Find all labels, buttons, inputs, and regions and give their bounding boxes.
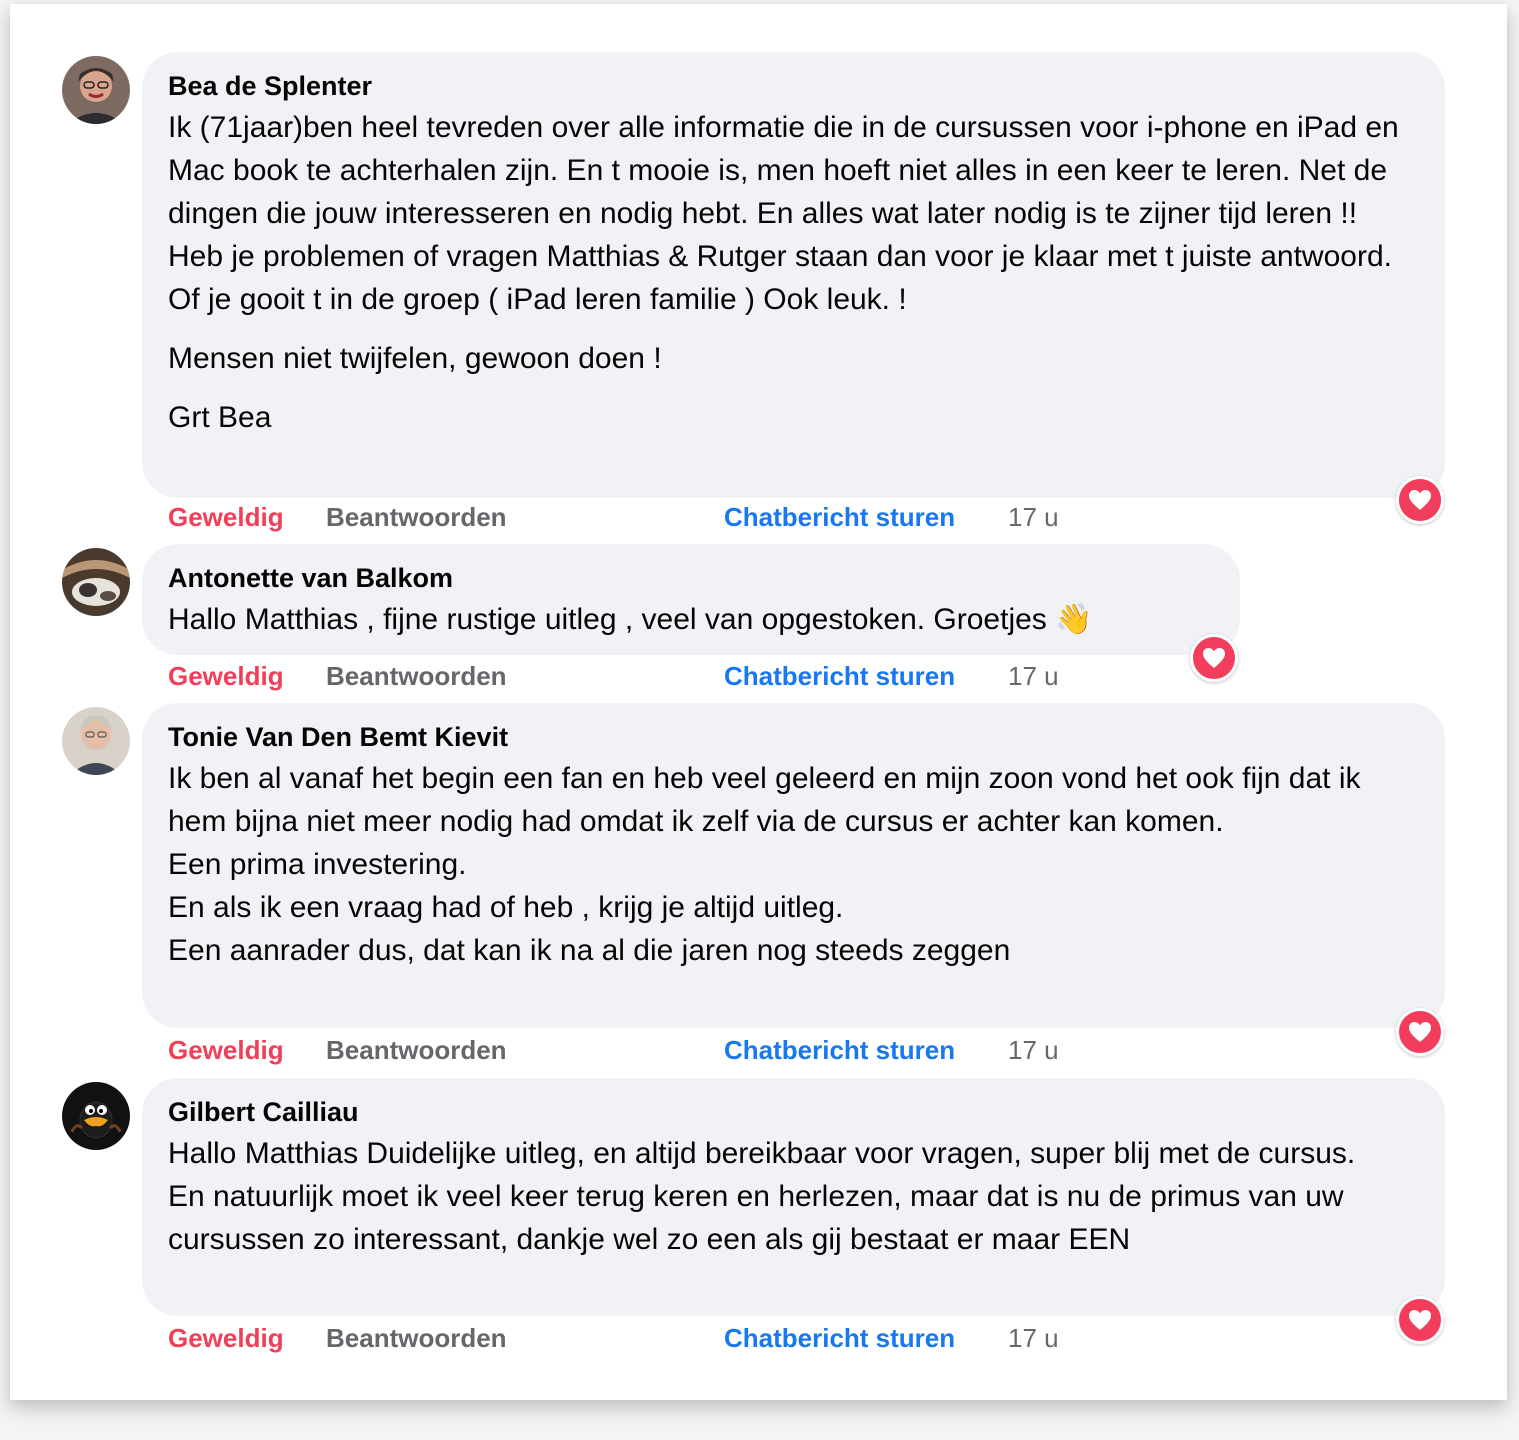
comment-paragraph: Mensen niet twijfelen, gewoon doen ! — [168, 342, 662, 375]
comment-bubble: Tonie Van Den Bemt Kievit Ik ben al vana… — [142, 703, 1445, 1028]
heart-icon[interactable] — [1396, 1008, 1444, 1056]
avatar[interactable] — [62, 56, 130, 124]
comment-timestamp[interactable]: 17 u — [1008, 1323, 1059, 1354]
comment-paragraph: Grt Bea — [168, 401, 272, 434]
comment-text: Hallo Matthias Duidelijke uitleg, en alt… — [168, 1132, 1419, 1261]
avatar[interactable] — [62, 548, 130, 616]
comment-paragraph: Ik ben al vanaf het begin een fan en heb… — [168, 762, 1361, 967]
reply-button[interactable]: Beantwoorden — [326, 1323, 507, 1354]
avatar[interactable] — [62, 707, 130, 775]
reaction-button[interactable]: Geweldig — [168, 502, 284, 533]
send-message-button[interactable]: Chatbericht sturen — [724, 1035, 955, 1066]
reply-button[interactable]: Beantwoorden — [326, 502, 507, 533]
avatar[interactable] — [62, 1082, 130, 1150]
comment-author[interactable]: Bea de Splenter — [168, 68, 1419, 104]
heart-icon[interactable] — [1190, 634, 1238, 682]
comment-timestamp[interactable]: 17 u — [1008, 661, 1059, 692]
send-message-button[interactable]: Chatbericht sturen — [724, 661, 955, 692]
reaction-button[interactable]: Geweldig — [168, 1323, 284, 1354]
reaction-button[interactable]: Geweldig — [168, 1035, 284, 1066]
comment-author[interactable]: Tonie Van Den Bemt Kievit — [168, 719, 1419, 755]
comment-bubble: Antonette van Balkom Hallo Matthias , fi… — [142, 544, 1240, 655]
reaction-button[interactable]: Geweldig — [168, 661, 284, 692]
comment-text: Ik (71jaar)ben heel tevreden over alle i… — [168, 106, 1419, 439]
comment-text: Ik ben al vanaf het begin een fan en heb… — [168, 757, 1419, 972]
send-message-button[interactable]: Chatbericht sturen — [724, 502, 955, 533]
comment-paragraph: Ik (71jaar)ben heel tevreden over alle i… — [168, 111, 1399, 316]
comment-bubble: Gilbert Cailliau Hallo Matthias Duidelij… — [142, 1078, 1445, 1316]
comment-author[interactable]: Gilbert Cailliau — [168, 1094, 1419, 1130]
comment-timestamp[interactable]: 17 u — [1008, 1035, 1059, 1066]
comment-bubble: Bea de Splenter Ik (71jaar)ben heel tevr… — [142, 52, 1445, 498]
comment-paragraph: Hallo Matthias Duidelijke uitleg, en alt… — [168, 1137, 1356, 1256]
comment-author[interactable]: Antonette van Balkom — [168, 560, 1214, 596]
comments-panel: Bea de Splenter Ik (71jaar)ben heel tevr… — [10, 4, 1507, 1400]
reply-button[interactable]: Beantwoorden — [326, 1035, 507, 1066]
send-message-button[interactable]: Chatbericht sturen — [724, 1323, 955, 1354]
comment-timestamp[interactable]: 17 u — [1008, 502, 1059, 533]
heart-icon[interactable] — [1396, 476, 1444, 524]
comment-text: Hallo Matthias , fijne rustige uitleg , … — [168, 598, 1214, 641]
heart-icon[interactable] — [1396, 1296, 1444, 1344]
comment-paragraph: Hallo Matthias , fijne rustige uitleg , … — [168, 603, 1093, 636]
reply-button[interactable]: Beantwoorden — [326, 661, 507, 692]
